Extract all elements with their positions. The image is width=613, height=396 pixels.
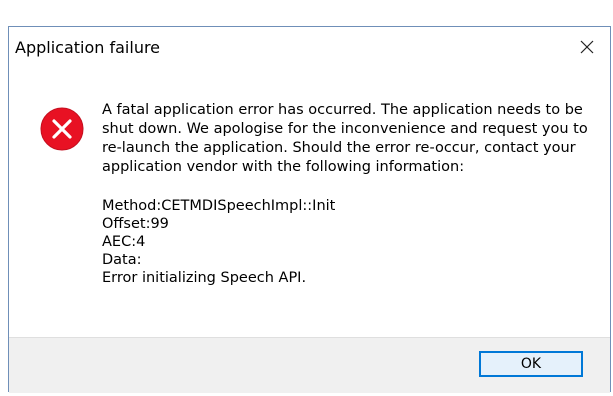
application-failure-dialog: Application failure A fatal application … — [8, 26, 611, 393]
error-icon — [40, 107, 84, 151]
window-title: Application failure — [15, 38, 161, 57]
error-description: A fatal application error has occurred. … — [102, 102, 588, 175]
detail-aec: AEC:4 — [102, 234, 146, 250]
dialog-content: A fatal application error has occurred. … — [9, 69, 610, 337]
detail-offset: Offset:99 — [102, 216, 169, 232]
dialog-footer: OK — [9, 337, 610, 393]
error-details: Method:CETMDISpeechImpl::Init Offset:99 … — [102, 197, 592, 287]
detail-error: Error initializing Speech API. — [102, 270, 307, 286]
error-message: A fatal application error has occurred. … — [102, 101, 592, 287]
title-bar: Application failure — [9, 27, 610, 69]
close-button[interactable] — [564, 27, 610, 67]
close-icon — [580, 40, 594, 54]
detail-method: Method:CETMDISpeechImpl::Init — [102, 198, 336, 214]
ok-button[interactable]: OK — [479, 351, 583, 377]
detail-data: Data: — [102, 252, 142, 268]
